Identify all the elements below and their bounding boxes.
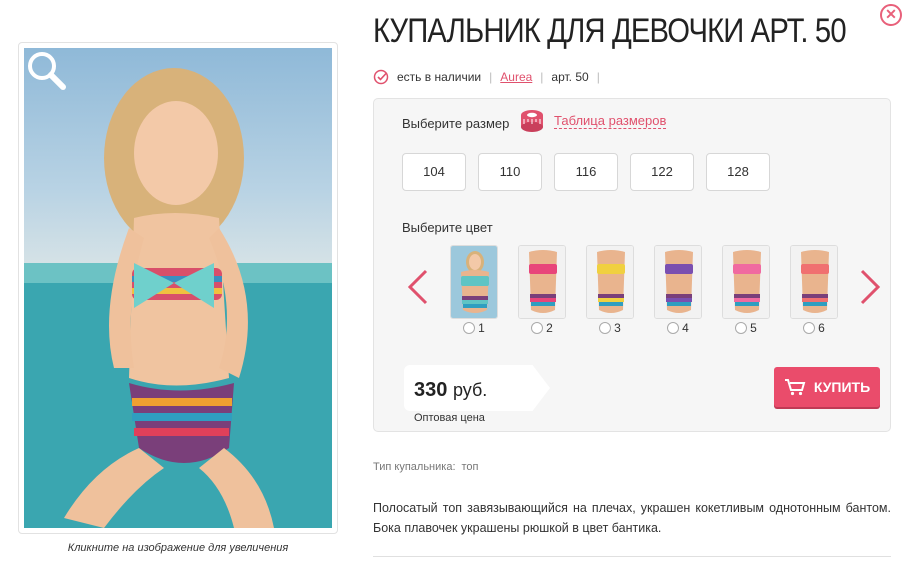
buy-button-label: КУПИТЬ bbox=[813, 379, 871, 395]
price-currency: руб. bbox=[452, 380, 488, 400]
meta-divider: | bbox=[540, 70, 544, 84]
product-image[interactable] bbox=[24, 48, 332, 528]
color-options: 1 2 3 4 5 6 bbox=[450, 245, 838, 335]
product-spec: Тип купальника: топ bbox=[373, 461, 479, 473]
chevron-right-icon[interactable] bbox=[858, 267, 884, 307]
buy-button[interactable]: КУПИТЬ bbox=[774, 367, 880, 407]
size-option[interactable]: 104 bbox=[402, 153, 466, 191]
color-thumbnail[interactable] bbox=[518, 245, 566, 319]
color-thumbnail[interactable] bbox=[654, 245, 702, 319]
color-option-number: 5 bbox=[750, 321, 757, 335]
color-option-number: 3 bbox=[614, 321, 621, 335]
color-radio-row[interactable]: 3 bbox=[586, 321, 634, 335]
brand-link[interactable]: Aurea bbox=[500, 70, 532, 84]
color-option-number: 1 bbox=[478, 321, 485, 335]
size-options: 104 110 116 122 128 bbox=[402, 153, 770, 191]
color-option[interactable]: 3 bbox=[586, 245, 634, 335]
color-radio-row[interactable]: 2 bbox=[518, 321, 566, 335]
radio-button[interactable] bbox=[667, 322, 680, 334]
color-option-number: 2 bbox=[546, 321, 553, 335]
color-thumbnail[interactable] bbox=[450, 245, 498, 319]
radio-button[interactable] bbox=[735, 322, 748, 334]
color-thumbnail[interactable] bbox=[790, 245, 838, 319]
measuring-tape-icon bbox=[521, 110, 543, 132]
cart-icon bbox=[784, 379, 806, 396]
meta-divider: | bbox=[596, 70, 600, 84]
size-table-label[interactable]: Таблица размеров bbox=[554, 113, 667, 129]
size-option[interactable]: 122 bbox=[630, 153, 694, 191]
size-option[interactable]: 116 bbox=[554, 153, 618, 191]
color-option[interactable]: 6 bbox=[790, 245, 838, 335]
price: 330 руб. bbox=[414, 379, 487, 402]
color-radio-row[interactable]: 4 bbox=[654, 321, 702, 335]
color-option[interactable]: 1 bbox=[450, 245, 498, 335]
size-option[interactable]: 128 bbox=[706, 153, 770, 191]
product-image-frame[interactable] bbox=[18, 42, 338, 534]
divider bbox=[373, 556, 891, 557]
radio-button[interactable] bbox=[463, 322, 476, 334]
purchase-card: Выберите размер Таблица размеров 104 110… bbox=[373, 98, 891, 432]
close-icon[interactable]: ✕ bbox=[880, 4, 902, 26]
radio-button[interactable] bbox=[803, 322, 816, 334]
spec-value: топ bbox=[461, 461, 479, 473]
color-thumbnail[interactable] bbox=[586, 245, 634, 319]
image-caption: Кликните на изображение для увеличения bbox=[67, 542, 289, 554]
size-option[interactable]: 110 bbox=[478, 153, 542, 191]
color-option-number: 4 bbox=[682, 321, 689, 335]
zoom-icon[interactable] bbox=[24, 48, 68, 92]
color-thumbnail[interactable] bbox=[722, 245, 770, 319]
page-title: КУПАЛЬНИК ДЛЯ ДЕВОЧКИ АРТ. 50 bbox=[373, 12, 847, 50]
chevron-left-icon[interactable] bbox=[404, 267, 430, 307]
color-radio-row[interactable]: 6 bbox=[790, 321, 838, 335]
radio-button[interactable] bbox=[599, 322, 612, 334]
spec-label: Тип купальника: bbox=[373, 461, 456, 473]
color-option[interactable]: 5 bbox=[722, 245, 770, 335]
color-option-number: 6 bbox=[818, 321, 825, 335]
size-label: Выберите размер bbox=[402, 116, 510, 131]
article-number: арт. 50 bbox=[551, 70, 589, 84]
price-note: Оптовая цена bbox=[414, 412, 485, 424]
color-radio-row[interactable]: 1 bbox=[450, 321, 498, 335]
color-option[interactable]: 4 bbox=[654, 245, 702, 335]
price-amount: 330 bbox=[414, 379, 448, 401]
color-option[interactable]: 2 bbox=[518, 245, 566, 335]
color-radio-row[interactable]: 5 bbox=[722, 321, 770, 335]
stock-status: есть в наличии bbox=[397, 70, 482, 84]
product-meta: есть в наличии | Aurea | арт. 50 | bbox=[373, 69, 600, 85]
radio-button[interactable] bbox=[531, 322, 544, 334]
check-circle-icon bbox=[373, 69, 389, 85]
meta-divider: | bbox=[489, 70, 493, 84]
product-description: Полосатый топ завязывающийся на плечах, … bbox=[373, 501, 891, 535]
color-label: Выберите цвет bbox=[402, 220, 493, 235]
size-table-link[interactable]: Таблица размеров bbox=[518, 107, 667, 135]
